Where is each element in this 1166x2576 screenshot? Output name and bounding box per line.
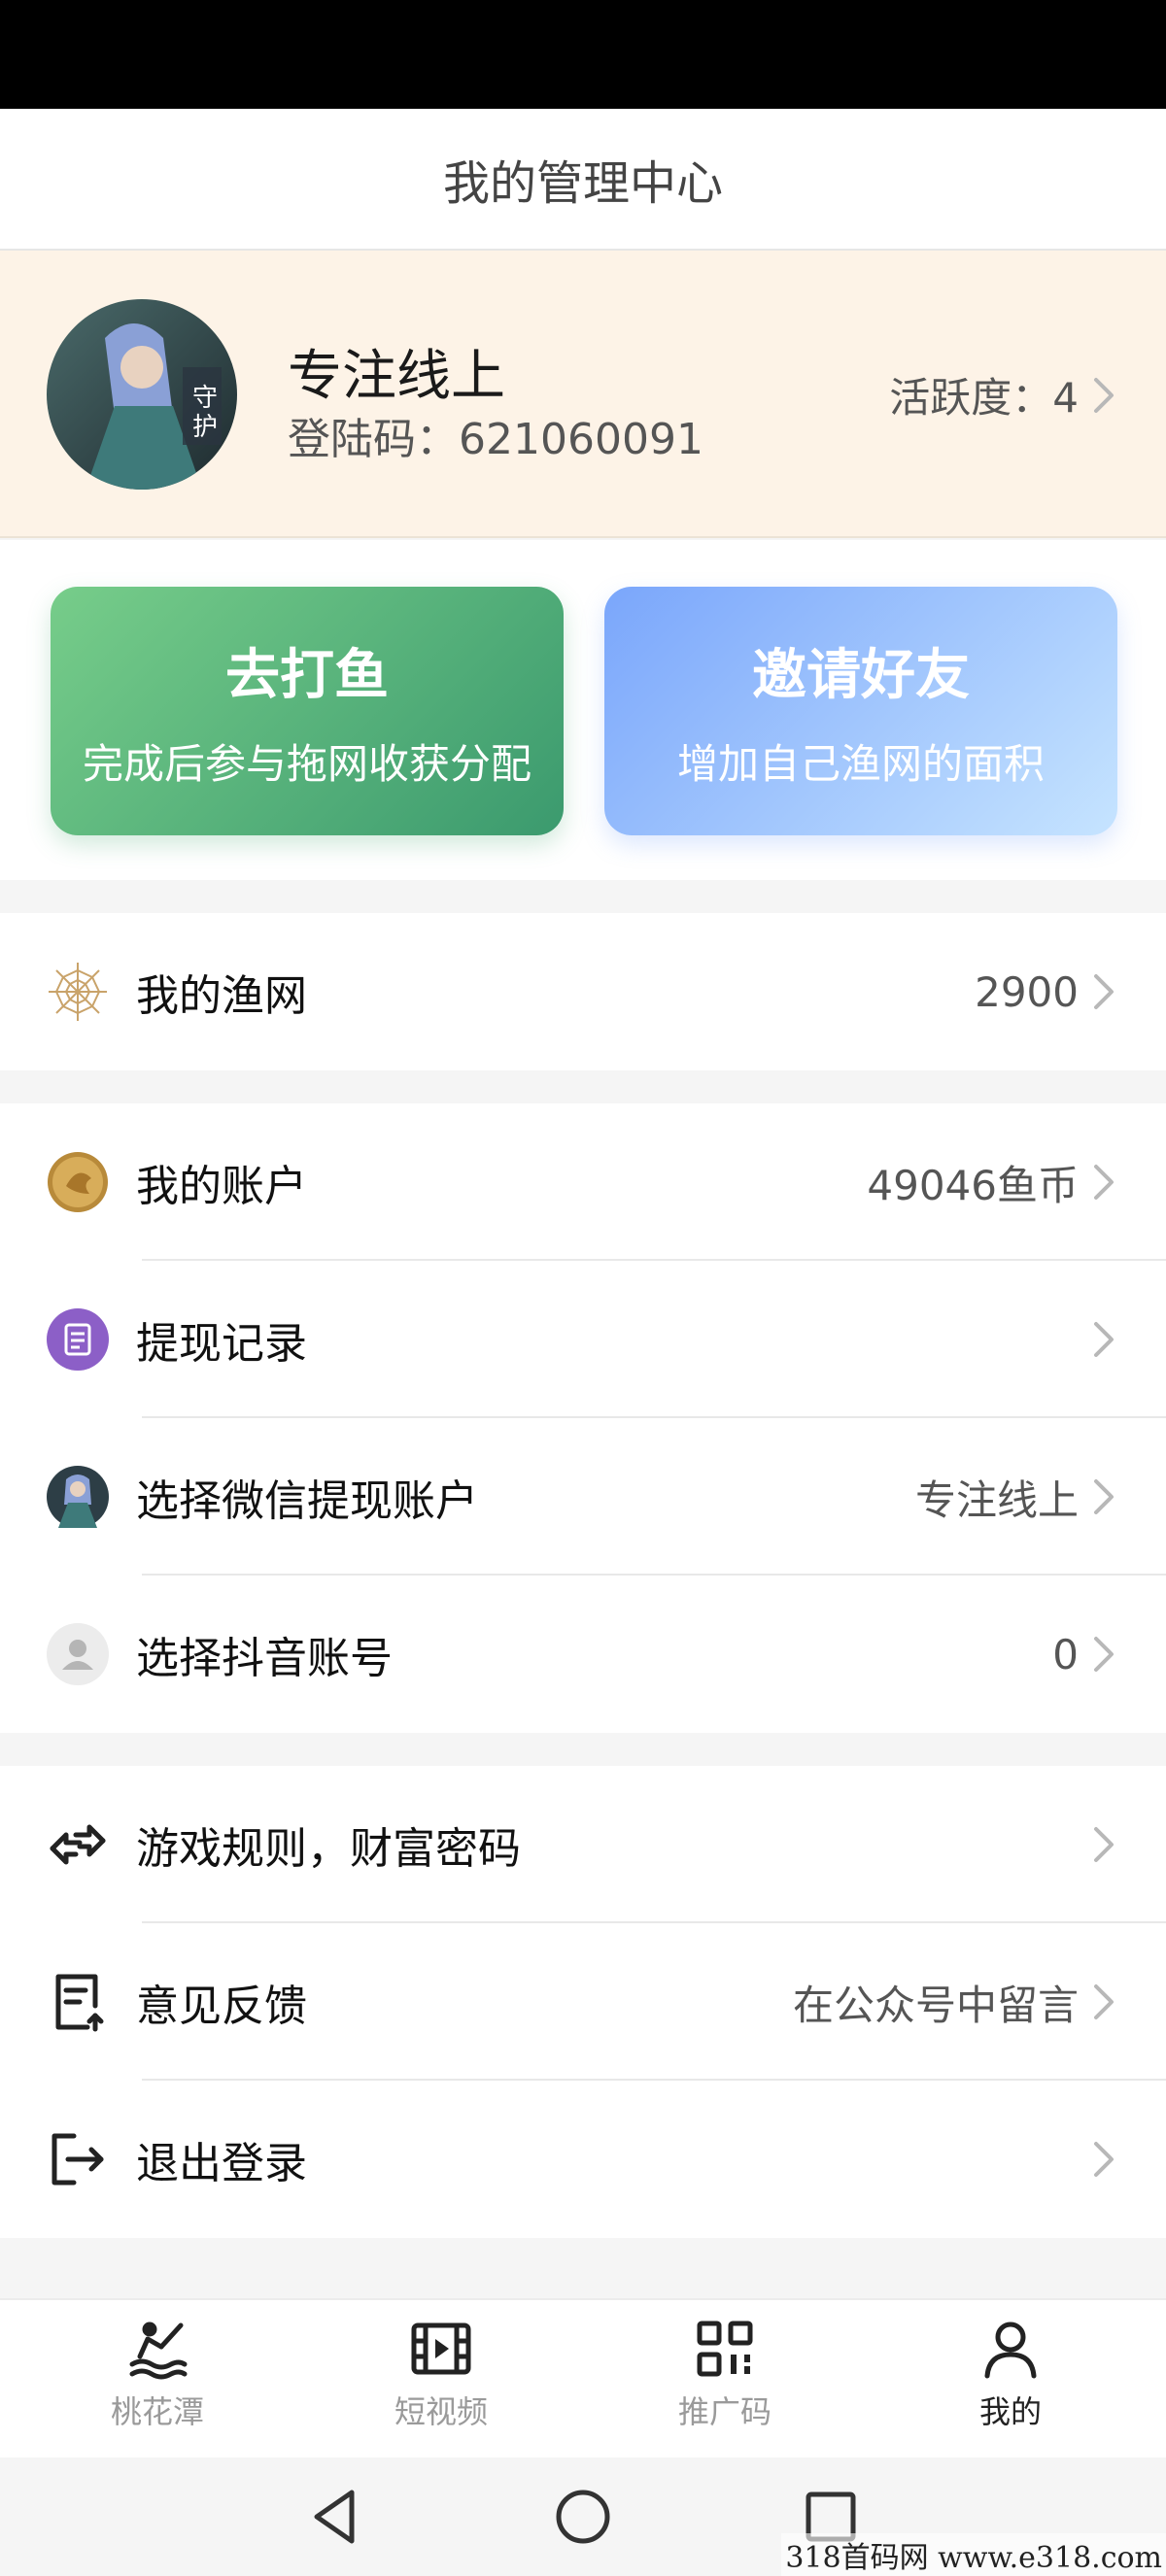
tab-promo-code[interactable]: 推广码 — [628, 2318, 822, 2432]
game-rules-label: 游戏规则，财富密码 — [136, 1824, 521, 1874]
chevron-right-icon — [1094, 1984, 1114, 2019]
user-icon — [47, 1623, 109, 1685]
go-fishing-subtitle: 完成后参与拖网收获分配 — [82, 740, 532, 788]
profile-card[interactable]: 守 护 专注线上 登陆码：621060091 活跃度：4 — [0, 251, 1166, 538]
chevron-right-icon — [1094, 2142, 1114, 2177]
svg-text:守: 守 — [192, 384, 218, 413]
svg-text:护: 护 — [192, 413, 218, 442]
chevron-right-icon — [1094, 377, 1114, 413]
invite-friends-subtitle: 增加自己渔网的面积 — [676, 740, 1045, 788]
feedback-label: 意见反馈 — [136, 1982, 307, 2031]
go-fishing-title: 去打鱼 — [225, 644, 389, 707]
swap-arrows-icon — [47, 1813, 109, 1876]
chevron-right-icon — [1094, 1479, 1114, 1514]
douyin-account-value: 0 — [1052, 1630, 1079, 1678]
logout-value-wrap — [1079, 2138, 1117, 2181]
system-nav-bar: 318首码网 www.e318.com — [0, 2457, 1166, 2576]
menu-group-account: 我的账户 49046鱼币 提现记录 选择微信提现账户 专注线上 选择抖音账号 0 — [0, 1103, 1166, 1733]
chevron-right-icon — [1094, 974, 1114, 1009]
wechat-account-label: 选择微信提现账户 — [136, 1476, 478, 1526]
document-icon — [47, 1308, 109, 1371]
my-net-label: 我的渔网 — [136, 971, 307, 1021]
withdraw-record-value-wrap — [1079, 1318, 1117, 1361]
chevron-right-icon — [1094, 1637, 1114, 1672]
chevron-right-icon — [1094, 1322, 1114, 1357]
qrcode-icon — [697, 2321, 753, 2377]
wechat-account-value: 专注线上 — [914, 1475, 1079, 1524]
menu-item-douyin-account[interactable]: 选择抖音账号 0 — [0, 1576, 1166, 1733]
status-bar — [0, 0, 1166, 109]
menu-item-game-rules[interactable]: 游戏规则，财富密码 — [0, 1766, 1166, 1923]
chevron-right-icon — [1094, 1827, 1114, 1862]
wechat-avatar-icon — [47, 1466, 109, 1528]
watermark-text: 318首码网 www.e318.com — [781, 2533, 1166, 2576]
activity-level[interactable]: 活跃度：4 — [889, 365, 1117, 424]
tab-mine[interactable]: 我的 — [913, 2318, 1108, 2432]
feedback-icon — [47, 1971, 109, 2033]
withdraw-record-label: 提现记录 — [136, 1319, 307, 1369]
nickname: 专注线上 — [288, 345, 505, 408]
feedback-value-wrap: 在公众号中留言 — [793, 1973, 1117, 2032]
my-account-label: 我的账户 — [136, 1162, 307, 1211]
douyin-account-label: 选择抖音账号 — [136, 1634, 393, 1683]
tab-label: 短视频 — [394, 2393, 488, 2430]
menu-item-feedback[interactable]: 意见反馈 在公众号中留言 — [0, 1923, 1166, 2081]
video-icon — [411, 2322, 471, 2375]
home-icon[interactable] — [549, 2483, 617, 2551]
wechat-account-value-wrap: 专注线上 — [915, 1468, 1117, 1527]
my-net-value-wrap: 2900 — [975, 968, 1117, 1016]
menu-item-my-net[interactable]: 我的渔网 2900 — [0, 913, 1166, 1070]
menu-item-logout[interactable]: 退出登录 — [0, 2081, 1166, 2238]
menu-group-net: 我的渔网 2900 — [0, 913, 1166, 1070]
chevron-right-icon — [1094, 1165, 1114, 1200]
activity-text: 活跃度：4 — [889, 374, 1079, 422]
menu-group-misc: 游戏规则，财富密码 意见反馈 在公众号中留言 退出登录 — [0, 1766, 1166, 2238]
tab-label: 我的 — [978, 2393, 1042, 2430]
action-buttons: 去打鱼 完成后参与拖网收获分配 邀请好友 增加自己渔网的面积 — [0, 540, 1166, 880]
logout-icon — [47, 2128, 109, 2190]
menu-item-withdraw-record[interactable]: 提现记录 — [0, 1261, 1166, 1418]
avatar-image: 守 护 — [47, 299, 237, 490]
invite-friends-title: 邀请好友 — [752, 644, 970, 707]
my-net-value: 2900 — [975, 967, 1079, 1016]
my-account-value: 49046鱼币 — [867, 1161, 1079, 1209]
fishing-icon — [129, 2322, 188, 2380]
avatar[interactable]: 守 护 — [47, 299, 237, 490]
spider-web-icon — [47, 961, 109, 1023]
go-fishing-button[interactable]: 去打鱼 完成后参与拖网收获分配 — [51, 587, 564, 835]
bottom-tab-bar: 桃花潭 短视频 推广码 我的 — [0, 2298, 1166, 2457]
my-account-value-wrap: 49046鱼币 — [867, 1153, 1117, 1212]
tab-label: 推广码 — [677, 2393, 772, 2430]
coin-icon — [47, 1151, 109, 1213]
tab-short-video[interactable]: 短视频 — [344, 2318, 538, 2432]
logout-label: 退出登录 — [136, 2139, 307, 2188]
menu-item-my-account[interactable]: 我的账户 49046鱼币 — [0, 1103, 1166, 1261]
feedback-value: 在公众号中留言 — [792, 1981, 1079, 2029]
invite-friends-button[interactable]: 邀请好友 增加自己渔网的面积 — [604, 587, 1117, 835]
login-code: 登陆码：621060091 — [288, 415, 703, 464]
douyin-account-value-wrap: 0 — [1052, 1631, 1117, 1678]
menu-item-wechat-account[interactable]: 选择微信提现账户 专注线上 — [0, 1418, 1166, 1576]
nav-bar: 我的管理中心 — [0, 109, 1166, 251]
back-icon[interactable] — [301, 2483, 369, 2551]
tab-taohuatan[interactable]: 桃花潭 — [60, 2318, 255, 2432]
tab-label: 桃花潭 — [110, 2393, 204, 2430]
page-title: 我的管理中心 — [442, 156, 723, 211]
game-rules-value-wrap — [1079, 1823, 1117, 1866]
person-icon — [984, 2322, 1037, 2379]
